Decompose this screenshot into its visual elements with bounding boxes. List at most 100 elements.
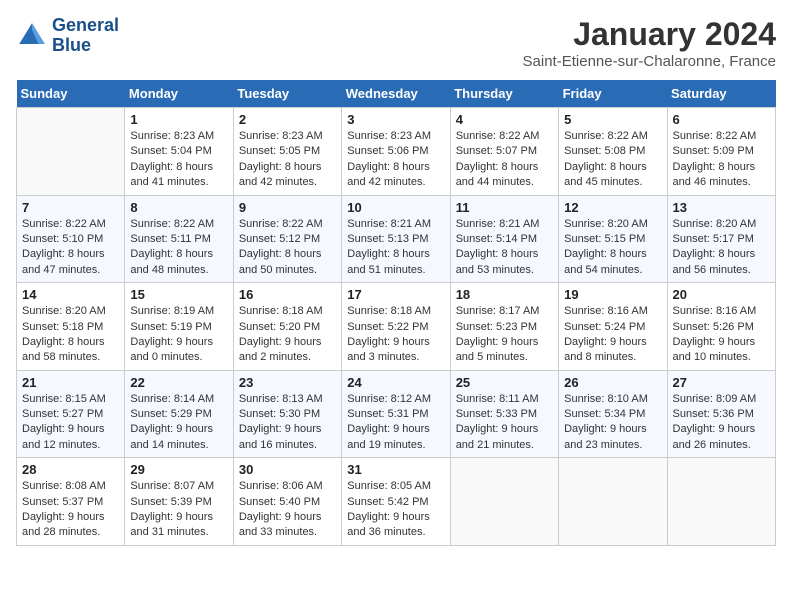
day-info: Sunrise: 8:23 AMSunset: 5:06 PMDaylight:… (347, 129, 444, 191)
calendar-table: SundayMondayTuesdayWednesdayThursdayFrid… (16, 80, 776, 546)
calendar-cell: 8 Sunrise: 8:22 AMSunset: 5:11 PMDaylight… (125, 195, 233, 283)
day-number: 10 (347, 200, 444, 215)
day-number: 23 (239, 375, 336, 390)
day-number: 6 (673, 112, 770, 127)
day-number: 29 (130, 462, 227, 477)
day-info: Sunrise: 8:15 AMSunset: 5:27 PMDaylight:… (22, 392, 119, 454)
day-info: Sunrise: 8:17 AMSunset: 5:23 PMDaylight:… (456, 304, 553, 366)
day-info: Sunrise: 8:22 AMSunset: 5:07 PMDaylight:… (456, 129, 553, 191)
page-header: General Blue January 2024 Saint-Etienne-… (16, 16, 776, 70)
calendar-cell (559, 458, 667, 546)
calendar-cell: 22Sunrise: 8:14 AMSunset: 5:29 PMDayligh… (125, 370, 233, 458)
day-info: Sunrise: 8:22 AMSunset: 5:12 PMDaylight:… (239, 217, 336, 279)
day-info: Sunrise: 8:13 AMSunset: 5:30 PMDaylight:… (239, 392, 336, 454)
day-number: 16 (239, 287, 336, 302)
day-info: Sunrise: 8:19 AMSunset: 5:19 PMDaylight:… (130, 304, 227, 366)
calendar-cell: 19 Sunrise: 8:16 AMSunset: 5:24 PMDayligh… (559, 283, 667, 371)
day-info: Sunrise: 8:21 AMSunset: 5:14 PMDaylight:… (456, 217, 553, 279)
logo-icon (16, 20, 48, 52)
day-number: 25 (456, 375, 553, 390)
day-number: 8 (130, 200, 227, 215)
day-info: Sunrise: 8:22 AMSunset: 5:10 PMDaylight:… (22, 217, 119, 279)
calendar-cell: 18 Sunrise: 8:17 AMSunset: 5:23 PMDayligh… (450, 283, 558, 371)
day-number: 18 (456, 287, 553, 302)
calendar-week-row: 14 Sunrise: 8:20 AMSunset: 5:18 PMDayligh… (17, 283, 776, 371)
day-info: Sunrise: 8:22 AMSunset: 5:09 PMDaylight:… (673, 129, 770, 191)
weekday-header: Tuesday (233, 80, 341, 108)
calendar-cell: 31 Sunrise: 8:05 AMSunset: 5:42 PMDayligh… (342, 458, 450, 546)
calendar-cell: 13 Sunrise: 8:20 AMSunset: 5:17 PMDayligh… (667, 195, 775, 283)
day-number: 13 (673, 200, 770, 215)
calendar-cell: 6 Sunrise: 8:22 AMSunset: 5:09 PMDaylight… (667, 108, 775, 196)
calendar-cell (450, 458, 558, 546)
day-number: 15 (130, 287, 227, 302)
day-info: Sunrise: 8:09 AMSunset: 5:36 PMDaylight:… (673, 392, 770, 454)
day-number: 5 (564, 112, 661, 127)
day-number: 9 (239, 200, 336, 215)
day-info: Sunrise: 8:06 AMSunset: 5:40 PMDaylight:… (239, 479, 336, 541)
calendar-cell: 4 Sunrise: 8:22 AMSunset: 5:07 PMDaylight… (450, 108, 558, 196)
day-info: Sunrise: 8:22 AMSunset: 5:08 PMDaylight:… (564, 129, 661, 191)
day-number: 22 (130, 375, 227, 390)
day-number: 19 (564, 287, 661, 302)
day-info: Sunrise: 8:11 AMSunset: 5:33 PMDaylight:… (456, 392, 553, 454)
logo: General Blue (16, 16, 119, 56)
day-number: 27 (673, 375, 770, 390)
day-info: Sunrise: 8:20 AMSunset: 5:18 PMDaylight:… (22, 304, 119, 366)
calendar-cell: 29 Sunrise: 8:07 AMSunset: 5:39 PMDayligh… (125, 458, 233, 546)
day-info: Sunrise: 8:16 AMSunset: 5:24 PMDaylight:… (564, 304, 661, 366)
day-number: 11 (456, 200, 553, 215)
calendar-cell: 2 Sunrise: 8:23 AMSunset: 5:05 PMDaylight… (233, 108, 341, 196)
day-info: Sunrise: 8:18 AMSunset: 5:20 PMDaylight:… (239, 304, 336, 366)
month-title: January 2024 (523, 16, 776, 53)
calendar-cell: 10 Sunrise: 8:21 AMSunset: 5:13 PMDayligh… (342, 195, 450, 283)
day-info: Sunrise: 8:20 AMSunset: 5:17 PMDaylight:… (673, 217, 770, 279)
calendar-cell: 26 Sunrise: 8:10 AMSunset: 5:34 PMDayligh… (559, 370, 667, 458)
day-info: Sunrise: 8:22 AMSunset: 5:11 PMDaylight:… (130, 217, 227, 279)
logo-text: General Blue (52, 16, 119, 56)
day-number: 2 (239, 112, 336, 127)
weekday-header-row: SundayMondayTuesdayWednesdayThursdayFrid… (17, 80, 776, 108)
day-info: Sunrise: 8:23 AMSunset: 5:04 PMDaylight:… (130, 129, 227, 191)
day-number: 20 (673, 287, 770, 302)
weekday-header: Sunday (17, 80, 125, 108)
calendar-cell: 23 Sunrise: 8:13 AMSunset: 5:30 PMDayligh… (233, 370, 341, 458)
day-number: 17 (347, 287, 444, 302)
day-info: Sunrise: 8:10 AMSunset: 5:34 PMDaylight:… (564, 392, 661, 454)
day-number: 21 (22, 375, 119, 390)
day-number: 4 (456, 112, 553, 127)
calendar-cell: 3Sunrise: 8:23 AMSunset: 5:06 PMDaylight… (342, 108, 450, 196)
weekday-header: Saturday (667, 80, 775, 108)
calendar-cell: 9 Sunrise: 8:22 AMSunset: 5:12 PMDaylight… (233, 195, 341, 283)
day-info: Sunrise: 8:05 AMSunset: 5:42 PMDaylight:… (347, 479, 444, 541)
day-number: 31 (347, 462, 444, 477)
day-info: Sunrise: 8:08 AMSunset: 5:37 PMDaylight:… (22, 479, 119, 541)
day-info: Sunrise: 8:18 AMSunset: 5:22 PMDaylight:… (347, 304, 444, 366)
calendar-week-row: 28 Sunrise: 8:08 AMSunset: 5:37 PMDayligh… (17, 458, 776, 546)
calendar-cell: 17 Sunrise: 8:18 AMSunset: 5:22 PMDayligh… (342, 283, 450, 371)
calendar-cell (17, 108, 125, 196)
calendar-cell: 27 Sunrise: 8:09 AMSunset: 5:36 PMDayligh… (667, 370, 775, 458)
calendar-cell (667, 458, 775, 546)
calendar-cell: 21 Sunrise: 8:15 AMSunset: 5:27 PMDayligh… (17, 370, 125, 458)
day-number: 26 (564, 375, 661, 390)
day-number: 28 (22, 462, 119, 477)
calendar-cell: 11 Sunrise: 8:21 AMSunset: 5:14 PMDayligh… (450, 195, 558, 283)
day-number: 1 (130, 112, 227, 127)
calendar-cell: 20Sunrise: 8:16 AMSunset: 5:26 PMDayligh… (667, 283, 775, 371)
calendar-week-row: 1 Sunrise: 8:23 AMSunset: 5:04 PMDaylight… (17, 108, 776, 196)
day-number: 14 (22, 287, 119, 302)
day-info: Sunrise: 8:21 AMSunset: 5:13 PMDaylight:… (347, 217, 444, 279)
title-block: January 2024 Saint-Etienne-sur-Chalaronn… (523, 16, 776, 70)
calendar-cell: 15 Sunrise: 8:19 AMSunset: 5:19 PMDayligh… (125, 283, 233, 371)
calendar-cell: 25 Sunrise: 8:11 AMSunset: 5:33 PMDayligh… (450, 370, 558, 458)
day-info: Sunrise: 8:07 AMSunset: 5:39 PMDaylight:… (130, 479, 227, 541)
calendar-week-row: 21 Sunrise: 8:15 AMSunset: 5:27 PMDayligh… (17, 370, 776, 458)
calendar-cell: 16 Sunrise: 8:18 AMSunset: 5:20 PMDayligh… (233, 283, 341, 371)
day-number: 12 (564, 200, 661, 215)
calendar-cell: 30Sunrise: 8:06 AMSunset: 5:40 PMDayligh… (233, 458, 341, 546)
day-info: Sunrise: 8:23 AMSunset: 5:05 PMDaylight:… (239, 129, 336, 191)
weekday-header: Thursday (450, 80, 558, 108)
calendar-cell: 1 Sunrise: 8:23 AMSunset: 5:04 PMDaylight… (125, 108, 233, 196)
location-subtitle: Saint-Etienne-sur-Chalaronne, France (523, 53, 776, 70)
